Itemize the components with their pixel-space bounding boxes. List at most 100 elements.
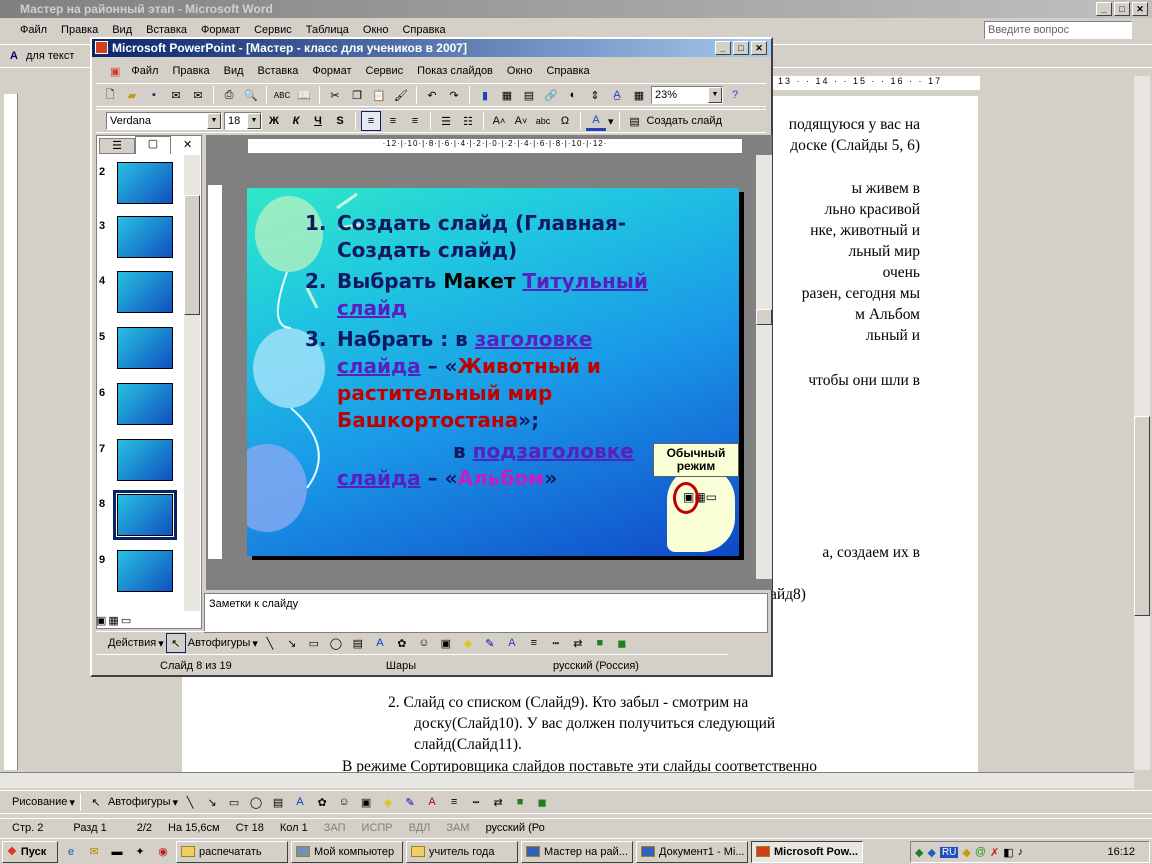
line-icon[interactable]: ╲	[180, 792, 200, 812]
spelling-icon[interactable]: ABC	[272, 85, 292, 105]
help-icon[interactable]: ?	[725, 85, 745, 105]
taskbar-item[interactable]: Документ1 - Mi...	[636, 840, 748, 863]
language-indicator[interactable]: RU	[939, 846, 959, 858]
line-color-icon[interactable]: ✎	[400, 792, 420, 812]
bold-button[interactable]: Ж	[264, 111, 284, 131]
fill-color-icon[interactable]: ◈	[378, 792, 398, 812]
slide-thumbnail[interactable]	[117, 550, 173, 592]
undo-icon[interactable]: ↶	[422, 85, 442, 105]
tray-icon[interactable]: ✗	[990, 846, 999, 859]
menu-insert[interactable]: Вставка	[251, 65, 306, 77]
tray-icon[interactable]: ◆	[962, 846, 970, 859]
word-hscroll[interactable]	[0, 772, 1134, 788]
slide-thumbnail[interactable]	[117, 162, 173, 204]
shadow-icon[interactable]: ■	[510, 792, 530, 812]
ppt-autoshapes-menu[interactable]: Автофигуры	[188, 637, 251, 649]
hyperlink-icon[interactable]: 🔗	[541, 85, 561, 105]
menu-format[interactable]: Формат	[305, 65, 358, 77]
outlook-icon[interactable]: ✉	[84, 842, 104, 862]
numbering-icon[interactable]: ☰	[436, 111, 456, 131]
email-icon[interactable]: ✉	[188, 85, 208, 105]
taskbar-item[interactable]: Мастер на рай...	[521, 840, 633, 863]
increase-font-icon[interactable]: A ˄	[489, 111, 509, 131]
sorter-view-icon[interactable]: ▦	[108, 614, 118, 628]
3d-icon[interactable]: ◼	[612, 633, 632, 653]
zoom-select[interactable]: 23% ▼	[651, 86, 723, 104]
slide-thumbnail[interactable]	[117, 439, 173, 481]
underline-button[interactable]: Ч	[308, 111, 328, 131]
menu-tools[interactable]: Сервис	[359, 65, 411, 77]
close-pane-icon[interactable]: ✕	[183, 138, 192, 151]
ppt-close-button[interactable]: ✕	[751, 41, 767, 55]
bullets-icon[interactable]: ☷	[458, 111, 478, 131]
taskbar-item[interactable]: распечатать	[176, 840, 288, 863]
shadow-button[interactable]: S	[330, 111, 350, 131]
format-painter-icon[interactable]: 🖌	[391, 85, 411, 105]
ppt-maximize-button[interactable]: □	[733, 41, 749, 55]
textbox-icon[interactable]: ▤	[348, 633, 368, 653]
thumb-scrollbar[interactable]	[184, 155, 200, 611]
styles-icon[interactable]: A	[4, 46, 24, 66]
preview-icon[interactable]: 🔍	[241, 85, 261, 105]
align-right-icon[interactable]: ≡	[405, 111, 425, 131]
paste-icon[interactable]: 📋	[369, 85, 389, 105]
slide-thumbnail[interactable]	[113, 490, 177, 540]
menu-help[interactable]: Справка	[539, 65, 596, 77]
tool-icon[interactable]: ✦	[130, 842, 150, 862]
line-style-icon[interactable]: ≡	[444, 792, 464, 812]
picture-icon[interactable]: ▣	[436, 633, 456, 653]
volume-icon[interactable]: ♪	[1018, 846, 1024, 858]
arrow-style-icon[interactable]: ⇄	[568, 633, 588, 653]
taskbar-item[interactable]: Microsoft Pow...	[751, 840, 863, 863]
symbol-icon[interactable]: Ω	[555, 111, 575, 131]
status-rec[interactable]: ЗАП	[316, 822, 354, 834]
line-style-icon[interactable]: ≡	[524, 633, 544, 653]
chart-icon[interactable]: ▮	[475, 85, 495, 105]
tray-icon[interactable]: @	[975, 846, 986, 858]
slide-thumbnail[interactable]	[117, 383, 173, 425]
word-help-input[interactable]: Введите вопрос	[984, 21, 1132, 39]
slides-tab[interactable]: ▢	[135, 136, 171, 154]
shadow-icon[interactable]: ■	[590, 633, 610, 653]
clipart-icon[interactable]: ☺	[334, 792, 354, 812]
desktop-icon[interactable]: ▬	[107, 842, 127, 862]
arrow-icon[interactable]: ↘	[282, 633, 302, 653]
color-grayscale-icon[interactable]: ◐	[563, 85, 583, 105]
font-color-icon[interactable]: A	[502, 633, 522, 653]
taskbar-item[interactable]: учитель года	[406, 840, 518, 863]
tray-icon[interactable]: ◆	[927, 846, 935, 859]
slide-thumbnail[interactable]	[117, 216, 173, 258]
notes-pane[interactable]: Заметки к слайду	[204, 593, 768, 633]
research-icon[interactable]: 📖	[294, 85, 314, 105]
font-select[interactable]: Verdana ▼	[106, 112, 222, 130]
font-color-icon[interactable]: A	[586, 111, 606, 131]
align-center-icon[interactable]: ≡	[383, 111, 403, 131]
dash-style-icon[interactable]: ┅	[546, 633, 566, 653]
menu-file[interactable]: Файл	[124, 65, 165, 77]
menu-edit[interactable]: Правка	[165, 65, 216, 77]
menu-slideshow[interactable]: Показ слайдов	[410, 65, 500, 77]
decrease-font-icon[interactable]: A ˅	[511, 111, 531, 131]
textbox-icon[interactable]: ▤	[268, 792, 288, 812]
tray-icon[interactable]: ◧	[1003, 846, 1013, 859]
grid-icon[interactable]: ▦	[629, 85, 649, 105]
word-maximize-button[interactable]: □	[1114, 2, 1130, 16]
menu-view[interactable]: Вид	[217, 65, 251, 77]
italic-button[interactable]: К	[286, 111, 306, 131]
redo-icon[interactable]: ↷	[444, 85, 464, 105]
open-icon[interactable]: ▰	[122, 85, 142, 105]
pointer-icon[interactable]: ↖	[165, 633, 186, 653]
permission-icon[interactable]: ✉	[166, 85, 186, 105]
taskbar-item[interactable]: Мой компьютер	[291, 840, 403, 863]
arrow-icon[interactable]: ↘	[202, 792, 222, 812]
dash-style-icon[interactable]: ┅	[466, 792, 486, 812]
oval-icon[interactable]: ◯	[246, 792, 266, 812]
table-icon[interactable]: ▦	[497, 85, 517, 105]
wordart-icon[interactable]: A	[370, 633, 390, 653]
indent-icon[interactable]: abc	[533, 111, 553, 131]
align-left-icon[interactable]: ≡	[361, 111, 381, 131]
status-ovr[interactable]: ЗАМ	[438, 822, 477, 834]
new-slide-button[interactable]: Создать слайд	[647, 115, 722, 127]
word-titlebar[interactable]: Мастер на районный этап - Microsoft Word	[0, 0, 1152, 18]
ppt-vscroll[interactable]	[756, 155, 772, 579]
